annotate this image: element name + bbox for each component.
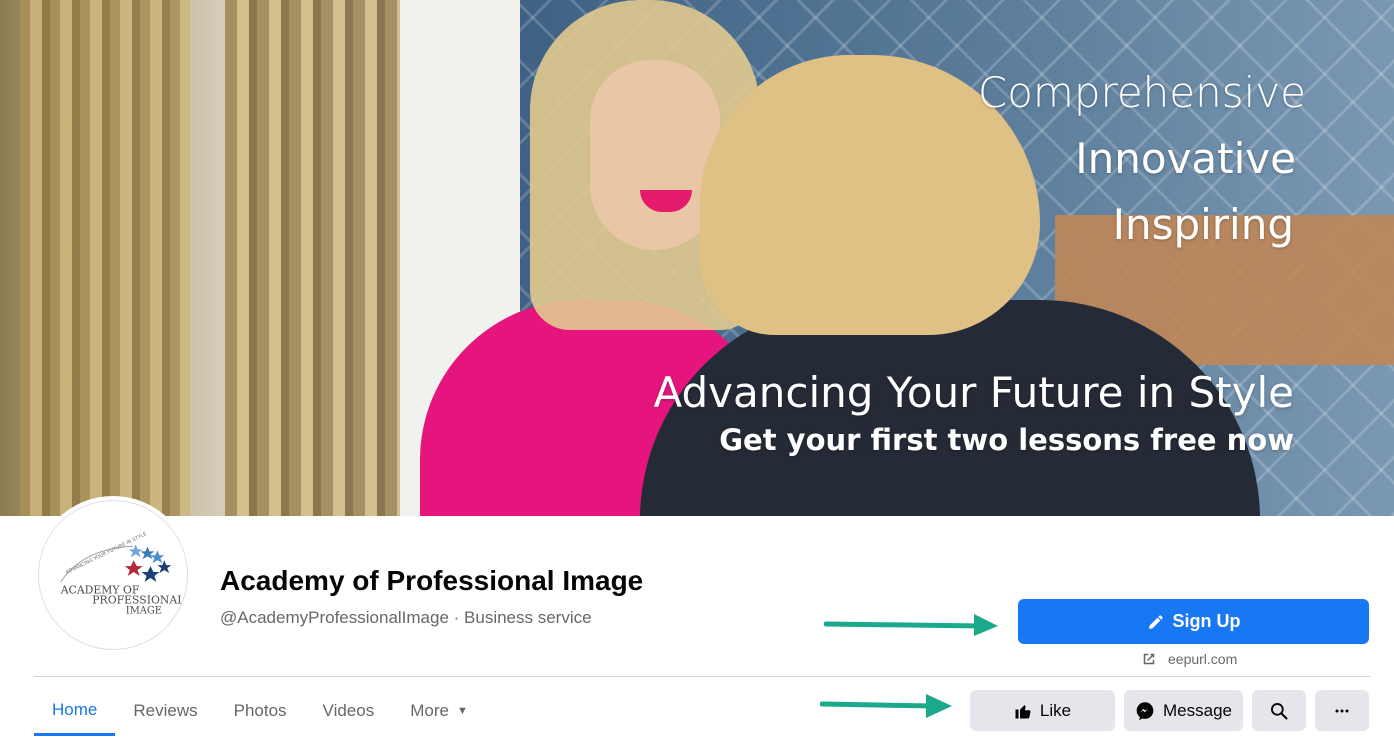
cover-photo[interactable]: Comprehensive Innovative Inspiring Advan… <box>0 0 1394 516</box>
like-label: Like <box>1039 700 1072 720</box>
page-subtitle: @AcademyProfessionalImage · Business ser… <box>220 608 592 627</box>
profile-avatar[interactable]: ADVANCING YOUR FUTURE IN STYLE ACADEMY O… <box>38 500 188 650</box>
cover-text-line2: Innovative <box>1075 134 1296 183</box>
thumbs-up-icon <box>1015 704 1031 718</box>
website-link[interactable]: eepurl.com <box>1140 650 1237 668</box>
like-button[interactable]: Like <box>970 690 1115 731</box>
cover-tagline: Advancing Your Future in Style <box>653 368 1295 417</box>
search-icon <box>1271 702 1288 719</box>
tab-reviews-label: Reviews <box>133 701 198 720</box>
annotation-arrow-like <box>820 694 952 718</box>
message-button[interactable]: Message <box>1124 690 1243 731</box>
header-divider <box>34 676 1370 677</box>
tab-photos-label: Photos <box>233 701 287 720</box>
caret-down-icon: ▼ <box>456 705 468 717</box>
search-button[interactable] <box>1252 690 1306 731</box>
messenger-icon <box>1136 701 1154 720</box>
tab-photos[interactable]: Photos <box>216 686 305 736</box>
page-tabs: Home Reviews Photos Videos More ▼ <box>34 686 486 742</box>
cover-mirror-frame-2 <box>225 0 405 516</box>
tab-reviews[interactable]: Reviews <box>115 686 215 736</box>
sign-up-label: Sign Up <box>1172 611 1241 631</box>
pencil-icon <box>1148 614 1163 629</box>
tab-more[interactable]: More ▼ <box>392 686 486 736</box>
page-name: Academy of Professional Image <box>220 565 644 596</box>
cover-cta: Get your first two lessons free now <box>719 423 1294 457</box>
academy-logo: ADVANCING YOUR FUTURE IN STYLE ACADEMY O… <box>60 531 185 616</box>
sign-up-button[interactable]: Sign Up <box>1018 599 1369 644</box>
logo-text-3: IMAGE <box>126 605 162 616</box>
more-icon <box>1335 709 1349 712</box>
facebook-page-header: Comprehensive Innovative Inspiring Advan… <box>0 0 1394 742</box>
tab-home[interactable]: Home <box>34 686 116 736</box>
cover-text-line3: Inspiring <box>1112 200 1294 249</box>
tab-more-label: More <box>410 701 449 720</box>
tab-videos-label: Videos <box>322 701 375 720</box>
annotation-arrow-signup <box>824 614 998 636</box>
website-label: eepurl.com <box>1168 651 1238 667</box>
cover-mirror-frame <box>20 0 190 516</box>
message-label: Message <box>1163 700 1232 720</box>
more-options-button[interactable] <box>1315 690 1369 731</box>
tab-videos[interactable]: Videos <box>305 686 393 736</box>
cover-text-line1: Comprehensive <box>977 68 1306 117</box>
tab-home-label: Home <box>52 699 98 719</box>
external-link-icon <box>1143 653 1155 665</box>
